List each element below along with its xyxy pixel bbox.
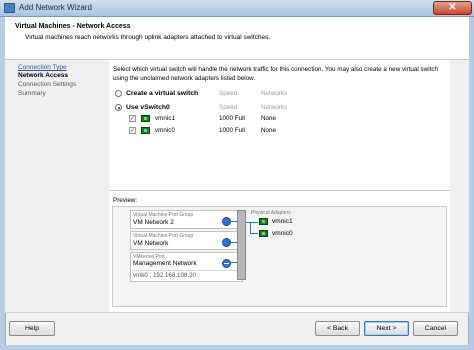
next-button[interactable]: Next > [364, 321, 409, 336]
port-group-name: Management Network [133, 260, 197, 267]
port-group-icon [222, 259, 231, 268]
port-group-caption: Virtual Machine Port Group [133, 233, 194, 239]
physical-adapters-caption: Physical Adapters [251, 210, 291, 216]
port-group-name: VM Network 2 [133, 219, 174, 226]
use-vswitch0-radio[interactable] [115, 104, 122, 111]
preview-label: Preview: [113, 197, 138, 204]
nic-name: vmnic0 [155, 127, 175, 134]
speed-column-header: Speed [219, 90, 238, 97]
physical-adapters-group: Physical Adapters vmnic1 vmnic0 [246, 210, 329, 245]
physical-nic-name: vmnic0 [272, 230, 293, 237]
nic-speed: 1000 Full [219, 115, 245, 122]
networks-column-header: Networks [261, 90, 288, 97]
help-button[interactable]: Help [9, 321, 55, 336]
page-description: Virtual machines reach networks through … [25, 34, 271, 41]
port-group-box: VMkernel Port Management Network vmk0 : … [130, 252, 243, 282]
nav-step-connection-type[interactable]: Connection Type [18, 64, 67, 71]
port-group-caption: Virtual Machine Port Group [133, 212, 194, 218]
nav-step-summary: Summary [18, 90, 46, 97]
nav-step-network-access: Network Access [18, 72, 68, 79]
wizard-steps-nav: Connection Type Network Access Connectio… [5, 60, 109, 312]
cancel-button[interactable]: Cancel [413, 321, 458, 336]
use-vswitch0-label[interactable]: Use vSwitch0 [126, 104, 170, 111]
footer-divider [5, 312, 469, 313]
nic-name: vmnic1 [155, 115, 175, 122]
port-group-box: Virtual Machine Port Group VM Network 2 [130, 210, 243, 229]
instructions-text: Select which virtual switch will handle … [113, 66, 439, 82]
preview-diagram: Virtual Machine Port Group VM Network 2 … [112, 206, 447, 307]
network-adapter-icon [259, 230, 268, 237]
nic-networks: None [261, 115, 277, 122]
port-group-divider [132, 270, 241, 271]
physical-nic-name: vmnic1 [272, 218, 293, 225]
network-wizard-icon [4, 3, 15, 13]
network-adapter-icon [141, 115, 150, 122]
connector-line [246, 222, 258, 223]
nav-step-connection-settings: Connection Settings [18, 81, 77, 88]
preview-divider [109, 190, 450, 191]
port-group-box: Virtual Machine Port Group VM Network [130, 231, 243, 250]
vswitch-bar [237, 210, 246, 280]
page-title: Virtual Machines - Network Access [15, 23, 131, 30]
close-icon: ✕ [448, 2, 457, 13]
right-margin [450, 60, 469, 312]
nic-speed: 1000 Full [219, 127, 245, 134]
connector-line [250, 233, 258, 234]
networks-column-header: Networks [261, 104, 288, 111]
connector-line [250, 222, 251, 233]
connector-line [222, 221, 237, 222]
port-group-name: VM Network [133, 240, 169, 247]
network-adapter-icon [259, 218, 268, 225]
window-frame-bottom [0, 345, 474, 350]
speed-column-header: Speed [219, 104, 238, 111]
window-title: Add Network Wizard [19, 3, 92, 12]
connector-line [222, 242, 237, 243]
vmnic1-checkbox[interactable]: ✓ [129, 115, 136, 122]
vmkernel-address: vmk0 : 192.168.108.20 [133, 272, 196, 279]
vmnic0-checkbox[interactable]: ✓ [129, 127, 136, 134]
connector-line [222, 262, 237, 263]
close-button[interactable]: ✕ [433, 1, 472, 15]
window-frame-right [469, 17, 474, 350]
back-button[interactable]: < Back [315, 321, 360, 336]
nic-networks: None [261, 127, 277, 134]
create-switch-label[interactable]: Create a virtual switch [126, 90, 198, 97]
wizard-header: Virtual Machines - Network Access Virtua… [5, 17, 469, 60]
title-bar: Add Network Wizard ✕ [0, 0, 474, 17]
create-switch-radio[interactable] [115, 90, 122, 97]
network-adapter-icon [141, 127, 150, 134]
main-panel: Select which virtual switch will handle … [109, 60, 450, 312]
